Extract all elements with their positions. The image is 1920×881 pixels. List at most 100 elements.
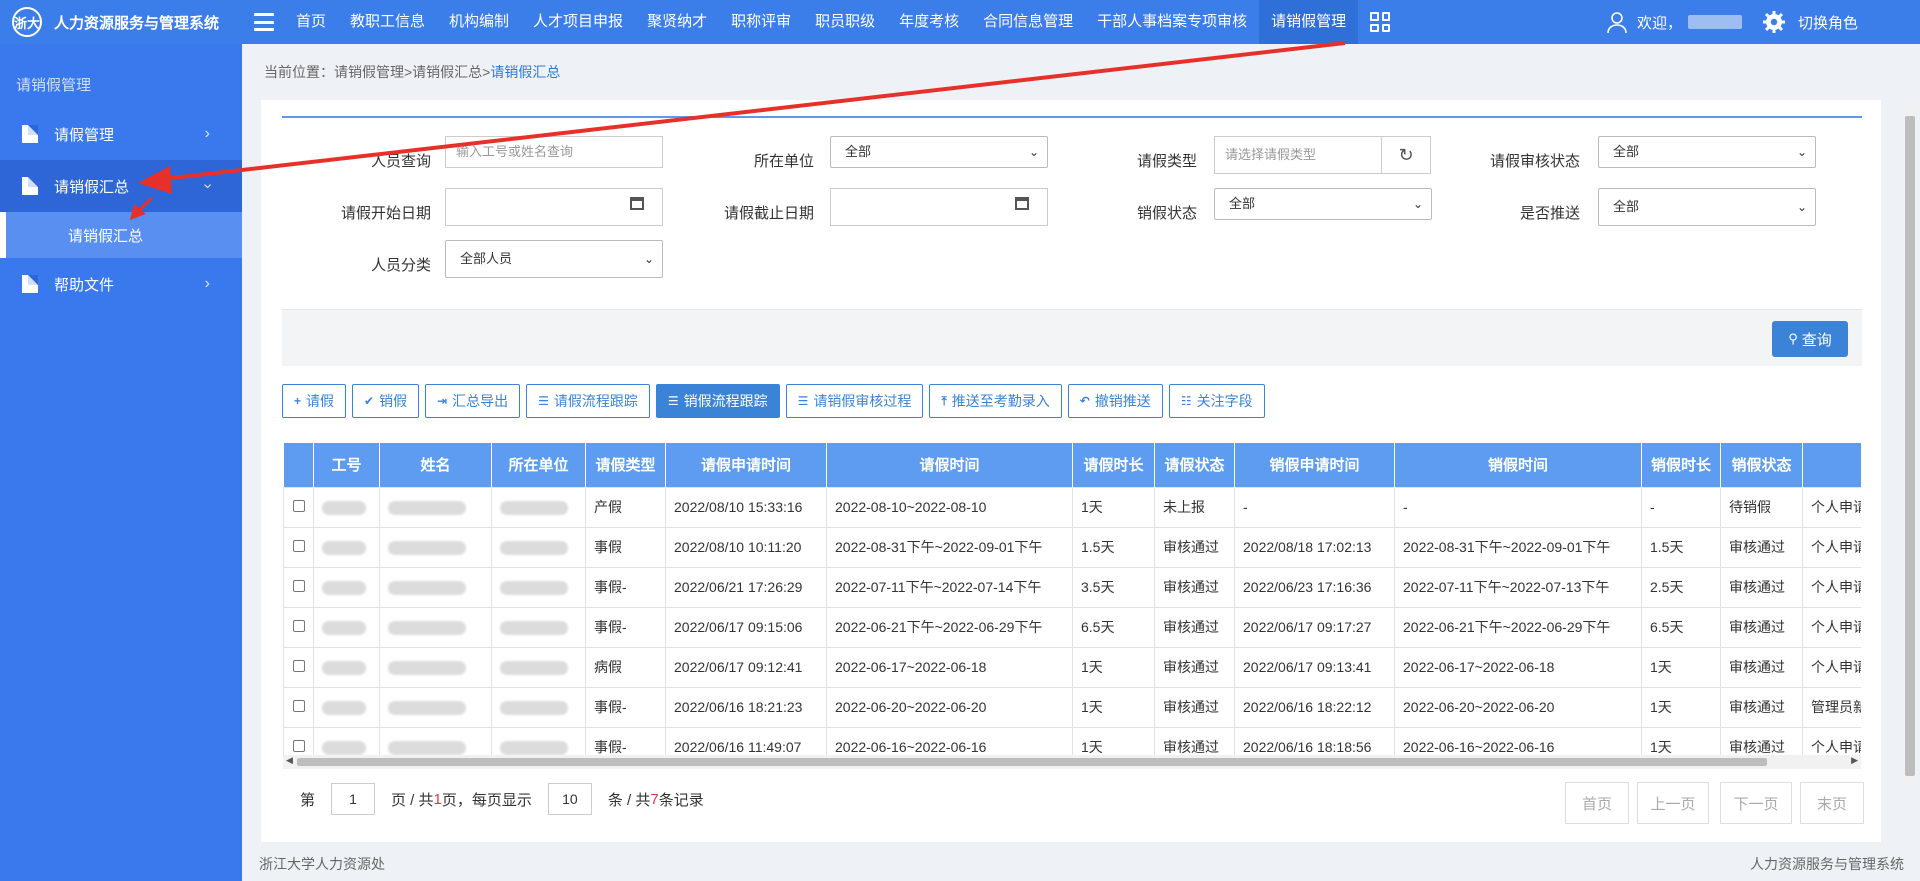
toolbar-button[interactable]: ✔ 销假 — [352, 384, 420, 418]
redacted-value — [500, 541, 568, 556]
end-date-input[interactable] — [830, 188, 1048, 226]
redacted-cell — [313, 566, 380, 608]
row-checkbox[interactable] — [292, 540, 305, 552]
query-button[interactable]: ⚲ 查询 — [1772, 321, 1848, 357]
app-title: 人力资源服务与管理系统 — [54, 14, 220, 32]
page-text: 条 / 共 — [607, 791, 651, 809]
reset-leave-type-button[interactable]: ↻ — [1381, 136, 1431, 174]
table-row[interactable]: 产假 2022/08/10 15:33:16 2022-08-10~2022-08-… — [283, 486, 1861, 528]
sidebar-item-help-files[interactable]: 帮助文件 › — [0, 258, 242, 310]
table-cell: 个人申请 — [1802, 526, 1861, 568]
scroll-left-icon[interactable]: ◀ — [286, 755, 293, 766]
toolbar-button[interactable]: ⇥ 汇总导出 — [425, 384, 521, 418]
category-select[interactable]: 全部人员 ⌄ — [445, 240, 663, 278]
nav-item[interactable]: 合同信息管理 — [971, 0, 1085, 44]
redacted-cell — [491, 486, 586, 528]
switch-role-link[interactable]: 切换角色 — [1798, 12, 1858, 33]
table-cell: 3.5天 — [1072, 566, 1155, 608]
toolbar-button[interactable]: ☰ 销假流程跟踪 — [655, 384, 780, 418]
calendar-icon[interactable] — [1015, 197, 1029, 210]
row-checkbox-cell — [283, 606, 314, 648]
table-cell: 2022/06/17 09:17:27 — [1234, 606, 1395, 648]
table-row[interactable]: 事假 2022/08/10 10:11:20 2022-08-31下午~2022-0… — [283, 526, 1861, 568]
table-row[interactable]: 事假- 2022/06/16 18:21:23 2022-06-20~2022-06… — [283, 686, 1861, 728]
last-page-button[interactable]: 末页 — [1800, 782, 1864, 824]
chevron-down-icon: ⌄ — [1412, 197, 1423, 211]
nav-item[interactable]: 人才项目申报 — [521, 0, 635, 44]
sidebar-item-leave-summary[interactable]: 请销假汇总 › — [0, 160, 242, 212]
toolbar-button[interactable]: + 请假 — [282, 384, 347, 418]
redacted-value — [388, 581, 466, 596]
sidebar-subitem-leave-summary[interactable]: 请销假汇总 — [0, 212, 242, 258]
table-row[interactable]: 病假 2022/06/17 09:12:41 2022-06-17~2022-06-… — [283, 646, 1861, 688]
start-date-input[interactable] — [445, 188, 663, 226]
redacted-cell — [379, 646, 492, 688]
table-cell: 审核通过 — [1720, 646, 1803, 688]
toolbar-button-label: 请假 — [306, 393, 335, 409]
table-cell: 2022/06/17 09:12:41 — [665, 646, 827, 688]
row-checkbox[interactable] — [292, 500, 305, 512]
total-records: 7 — [650, 790, 659, 808]
nav-item[interactable]: 聚贤纳才 — [635, 0, 719, 44]
nav-item[interactable]: 机构编制 — [437, 0, 521, 44]
row-checkbox[interactable] — [292, 660, 305, 672]
table-cell: 1天 — [1072, 486, 1155, 528]
more-apps-grid-icon[interactable] — [1370, 12, 1391, 32]
pushed-select[interactable]: 全部 ⌄ — [1598, 188, 1816, 226]
next-page-button[interactable]: 下一页 — [1720, 782, 1792, 824]
toolbar-icon: ✔ — [364, 394, 375, 408]
sidebar-item-leave-management[interactable]: 请假管理 › — [0, 108, 242, 160]
prev-page-button[interactable]: 上一页 — [1637, 782, 1709, 824]
scroll-right-icon[interactable]: ▶ — [1851, 755, 1858, 766]
row-checkbox[interactable] — [292, 580, 305, 592]
toolbar-button[interactable]: ☷ 关注字段 — [1168, 384, 1265, 418]
per-page-input[interactable]: 10 — [547, 783, 592, 815]
page-footer: 浙江大学人力资源处 人力资源服务与管理系统 — [242, 849, 1920, 881]
redacted-value — [388, 701, 466, 716]
column-header: 请假时间 — [826, 443, 1073, 487]
cancel-status-select[interactable]: 全部 ⌄ — [1214, 188, 1432, 220]
person-query-label: 人员查询 — [370, 153, 431, 170]
toolbar-button[interactable]: ↶ 撤销推送 — [1067, 384, 1163, 418]
unit-select[interactable]: 全部 ⌄ — [830, 136, 1048, 168]
audit-status-select[interactable]: 全部 ⌄ — [1598, 136, 1816, 168]
leave-type-input[interactable]: 请选择请假类型 — [1214, 136, 1382, 174]
nav-item[interactable]: 干部人事档案专项审核 — [1085, 0, 1259, 44]
horizontal-scroll-thumb[interactable] — [297, 758, 1767, 766]
nav-item[interactable]: 职员职级 — [803, 0, 887, 44]
table-cell: 审核通过 — [1720, 686, 1803, 728]
page-number-input[interactable]: 1 — [331, 783, 376, 815]
nav-item[interactable]: 职称评审 — [719, 0, 803, 44]
nav-item[interactable]: 年度考核 — [887, 0, 971, 44]
toolbar-button[interactable]: ☰ 请假流程跟踪 — [526, 384, 650, 418]
table-row[interactable]: 事假- 2022/06/21 17:26:29 2022-07-11下午~2022-… — [283, 566, 1861, 608]
redacted-value — [500, 661, 568, 676]
calendar-icon[interactable] — [630, 197, 644, 210]
vertical-scroll-thumb[interactable] — [1905, 116, 1915, 776]
redacted-cell — [379, 526, 492, 568]
row-checkbox[interactable] — [292, 620, 305, 632]
table-cell: 2022-08-10~2022-08-10 — [826, 486, 1073, 528]
menu-toggle-icon[interactable] — [254, 13, 274, 31]
gear-icon[interactable] — [1762, 10, 1786, 34]
row-checkbox[interactable] — [292, 700, 305, 712]
row-checkbox-cell — [283, 486, 314, 528]
column-header: 工号 — [313, 443, 380, 487]
vertical-scrollbar[interactable] — [1903, 102, 1917, 782]
nav-item[interactable]: 请销假管理 — [1259, 0, 1359, 44]
table-cell: 事假- — [585, 606, 666, 648]
table-cell: 1.5天 — [1072, 526, 1155, 568]
nav-item[interactable]: 教职工信息 — [338, 0, 437, 44]
nav-item[interactable]: 首页 — [284, 0, 338, 44]
table-cell: 个人申请 — [1802, 486, 1861, 528]
table-cell: - — [1641, 486, 1721, 528]
first-page-button[interactable]: 首页 — [1565, 782, 1629, 824]
toolbar-icon: + — [294, 394, 302, 408]
table-row[interactable]: 事假- 2022/06/17 09:15:06 2022-06-21下午~2022-… — [283, 606, 1861, 648]
sidebar-item-label: 帮助文件 — [54, 276, 115, 294]
horizontal-scrollbar[interactable]: ◀ ▶ — [283, 755, 1861, 769]
toolbar-button[interactable]: ⤒ 推送至考勤录入 — [929, 384, 1062, 418]
person-query-input[interactable]: 输入工号或姓名查询 — [445, 136, 663, 168]
toolbar-button[interactable]: ☰ 请销假审核过程 — [785, 384, 924, 418]
row-checkbox[interactable] — [292, 740, 305, 752]
